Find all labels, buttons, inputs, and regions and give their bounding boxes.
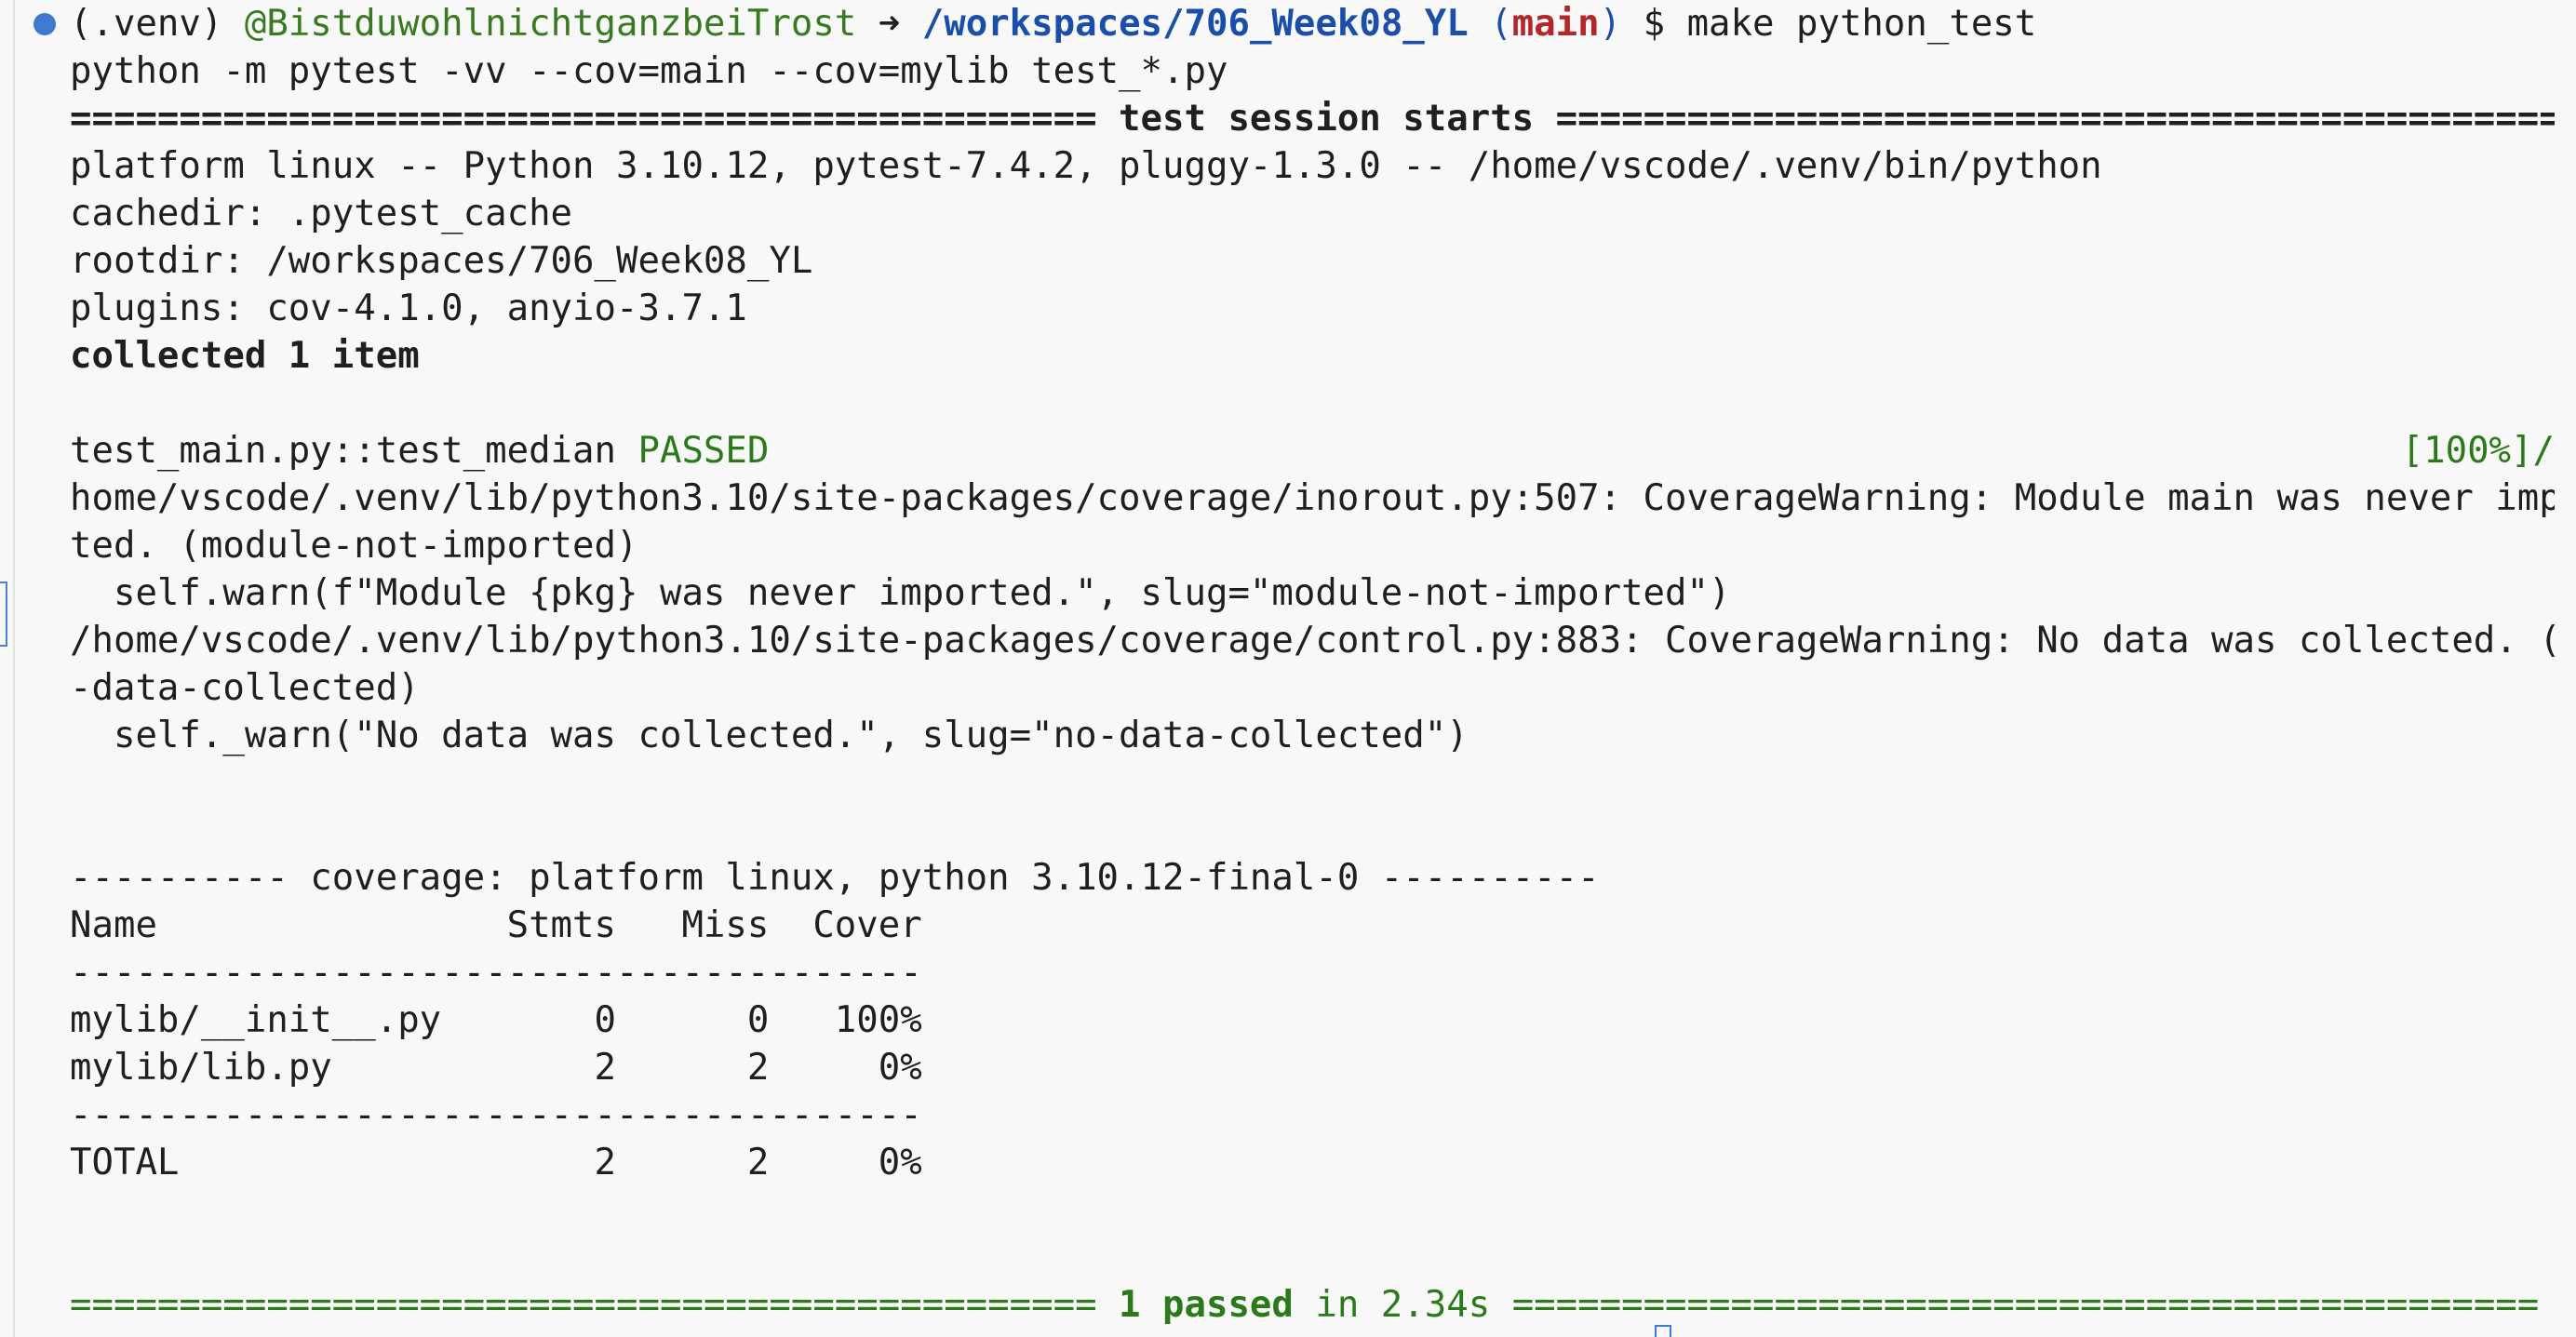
prompt-command: make python_test [1686, 3, 2037, 45]
prompt-line: (.venv) @BistduwohlnichtganzbeiTrost ➜ /… [70, 0, 2555, 47]
warning-2-continuation: -data-collected) [70, 667, 420, 709]
summary-passed: 1 passed [1119, 1284, 1294, 1326]
coverage-table-header: Name Stmts Miss Cover [70, 904, 922, 946]
cachedir-line: cachedir: .pytest_cache [70, 193, 573, 234]
warning-1-code: self.warn(f"Module {pkg} was never impor… [70, 572, 1731, 614]
prompt-venv: (.venv) [70, 3, 245, 45]
session-start-banner: ========================================… [70, 95, 2555, 142]
coverage-header: ---------- coverage: platform linux, pyt… [70, 857, 1600, 899]
platform-line: platform linux -- Python 3.10.12, pytest… [70, 145, 2102, 187]
terminal-cursor [1655, 1325, 1671, 1337]
summary-banner: ========================================… [70, 1281, 2555, 1329]
warning-2-code: self._warn("No data was collected.", slu… [70, 715, 1469, 756]
collected-line: collected 1 item [70, 335, 420, 377]
warning-2-path[interactable]: /home/vscode/.venv/lib/python3.10/site-p… [70, 617, 2555, 664]
session-right-rule: ========================================… [1534, 98, 2555, 140]
coverage-table-separator: --------------------------------------- [70, 1094, 922, 1136]
prompt-branch-close: ) [1599, 3, 1622, 45]
session-left-rule: ========================================… [70, 98, 1120, 140]
coverage-table-separator: --------------------------------------- [70, 952, 922, 994]
prompt-user: @BistduwohlnichtganzbeiTrost [244, 3, 857, 45]
session-title: test session starts [1119, 98, 1535, 140]
test-name: test_main.py::test_median [70, 430, 638, 472]
coverage-table-row: mylib/__init__.py 0 0 100% [70, 999, 922, 1041]
test-progress-percent: [100%]/ [2401, 430, 2555, 472]
prompt-path[interactable]: /workspaces/706_Week08_YL [922, 3, 1469, 45]
plugins-line: plugins: cov-4.1.0, anyio-3.7.1 [70, 287, 747, 329]
test-status-badge: PASSED [637, 430, 770, 472]
coverage-table-total: TOTAL 2 2 0% [70, 1142, 922, 1183]
command-echo: python -m pytest -vv --cov=main --cov=my… [70, 50, 1228, 92]
summary-left-rule: ========================================… [70, 1284, 1120, 1326]
warning-1-continuation: ted. (module-not-imported) [70, 525, 638, 567]
test-result-line: test_main.py::test_median PASSED [100%]/ [70, 427, 2555, 475]
command-decoration-marker[interactable] [0, 582, 7, 647]
coverage-table-row: mylib/lib.py 2 2 0% [70, 1047, 922, 1089]
rootdir-line: rootdir: /workspaces/706_Week08_YL [70, 240, 813, 282]
summary-right-rule: ========================================… [1490, 1284, 2540, 1326]
warning-1-path[interactable]: home/vscode/.venv/lib/python3.10/site-pa… [70, 475, 2555, 522]
prompt-branch: main [1511, 3, 1600, 45]
terminal-gutter [13, 0, 15, 1337]
prompt-branch-open: ( [1468, 3, 1512, 45]
summary-time: in 2.34s [1293, 1284, 1491, 1326]
terminal-panel[interactable]: (.venv) @BistduwohlnichtganzbeiTrost ➜ /… [0, 0, 2576, 1337]
command-status-dot-icon[interactable] [34, 13, 56, 35]
prompt-arrow-icon: ➜ [856, 3, 922, 45]
prompt-dollar: $ [1621, 3, 1687, 45]
